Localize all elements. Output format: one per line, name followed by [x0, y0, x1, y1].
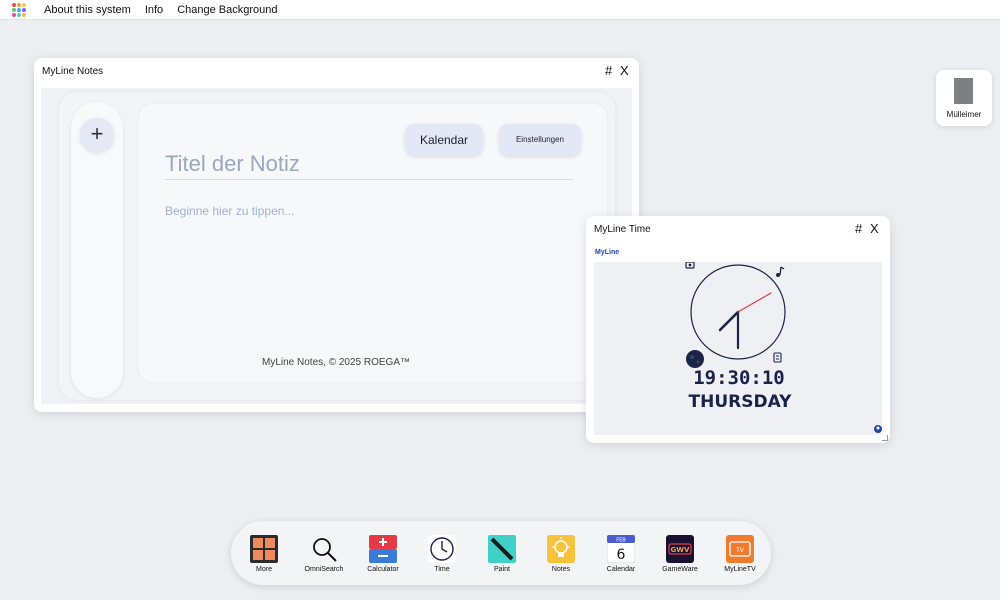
moon-icon[interactable]: [686, 350, 704, 368]
grid-icon: [250, 535, 278, 563]
resize-handle[interactable]: [882, 435, 888, 441]
notes-editor: Kalendar Einstellungen: [139, 104, 607, 382]
camera-icon[interactable]: [685, 261, 695, 269]
add-note-button[interactable]: +: [80, 118, 114, 152]
clock-svg: 19:30:10 THURSDAY: [685, 261, 882, 433]
dock-item-calculator[interactable]: Calculator: [355, 535, 411, 581]
system-logo-icon[interactable]: [12, 2, 26, 17]
dock-item-calendar[interactable]: FEB 6 Calendar: [593, 535, 649, 581]
gameware-icon: GWV: [666, 535, 694, 563]
second-hand: [737, 292, 772, 313]
logo-dot: [12, 12, 16, 17]
dock-label: Time: [434, 566, 450, 573]
logo-dot: [12, 7, 16, 12]
notes-window-hash-button[interactable]: #: [605, 63, 612, 78]
time-window: MyLine Time # X MyLine 19:30:10 THURSDAY: [586, 216, 890, 443]
menu-about[interactable]: About this system: [44, 4, 131, 16]
time-window-hash-button[interactable]: #: [855, 221, 862, 236]
tv-icon: TV: [726, 535, 754, 563]
dock-label: Calendar: [606, 566, 636, 573]
note-title-input[interactable]: [165, 148, 573, 180]
calculator-icon: [369, 535, 397, 563]
dock-label: OmniSearch: [304, 566, 344, 573]
notes-window-title: MyLine Notes: [42, 66, 104, 77]
dock-label: Notes: [551, 566, 571, 573]
myline-brand: MyLine: [595, 249, 620, 256]
dock-label: More: [256, 566, 272, 573]
dock: More OmniSearch Calculator Time Paint No…: [231, 521, 771, 585]
menu-info[interactable]: Info: [145, 4, 163, 16]
notes-window-close-button[interactable]: X: [620, 63, 629, 78]
notes-sidebar: +: [71, 102, 123, 398]
dock-item-paint[interactable]: Paint: [474, 535, 530, 581]
logo-dot: [17, 7, 21, 12]
notes-frame: + Kalendar Einstellungen MyLine Notes, ©…: [59, 92, 615, 400]
notes-body: + Kalendar Einstellungen MyLine Notes, ©…: [41, 88, 632, 404]
lightbulb-icon: [547, 535, 575, 563]
dock-item-time[interactable]: Time: [414, 535, 470, 581]
dock-label: GameWare: [662, 566, 698, 573]
logo-dot: [22, 7, 26, 12]
calendar-day: 6: [617, 547, 626, 563]
dock-item-mylinetv[interactable]: TV MyLineTV: [712, 535, 768, 581]
time-window-close-button[interactable]: X: [870, 221, 879, 236]
menu-change-background[interactable]: Change Background: [177, 4, 277, 16]
hour-hand: [718, 310, 740, 332]
dock-item-gameware[interactable]: GWV GameWare: [652, 535, 708, 581]
logo-dot: [12, 2, 16, 7]
menu-bar: About this system Info Change Background: [0, 0, 1000, 20]
dock-item-notes[interactable]: Notes: [533, 535, 589, 581]
weekday-label: THURSDAY: [689, 392, 793, 412]
calendar-icon: FEB 6: [607, 535, 635, 563]
tv-text: TV: [735, 547, 745, 554]
dock-item-omnisearch[interactable]: OmniSearch: [296, 535, 352, 581]
paint-icon: [488, 535, 516, 563]
time-window-title: MyLine Time: [594, 224, 651, 235]
trash-icon-button[interactable]: Mülleimer: [936, 70, 992, 126]
clock-icon: [428, 535, 456, 563]
clipboard-icon[interactable]: [773, 352, 782, 363]
notes-window: MyLine Notes # X + Kalendar Einstellunge…: [34, 58, 639, 412]
trash-bin-icon: [954, 78, 973, 104]
clock-area: 19:30:10 THURSDAY: [594, 261, 882, 435]
logo-dot: [22, 2, 26, 7]
dock-item-more[interactable]: More: [236, 535, 292, 581]
logo-dot: [17, 2, 21, 7]
calendar-month: FEB: [616, 538, 626, 544]
gameware-text: GWV: [671, 546, 690, 554]
dock-label: Paint: [494, 566, 510, 573]
dock-label: Calculator: [367, 566, 399, 573]
music-note-icon[interactable]: [776, 266, 785, 277]
logo-dot: [17, 12, 21, 17]
note-body-textarea[interactable]: [165, 204, 573, 354]
account-icon[interactable]: [874, 425, 882, 433]
trash-label: Mülleimer: [946, 110, 982, 119]
dock-label: MyLineTV: [724, 566, 756, 573]
logo-dot: [22, 12, 26, 17]
digital-time: 19:30:10: [693, 367, 785, 389]
notes-footer: MyLine Notes, © 2025 ROEGA™: [262, 357, 410, 368]
search-icon: [313, 538, 337, 562]
